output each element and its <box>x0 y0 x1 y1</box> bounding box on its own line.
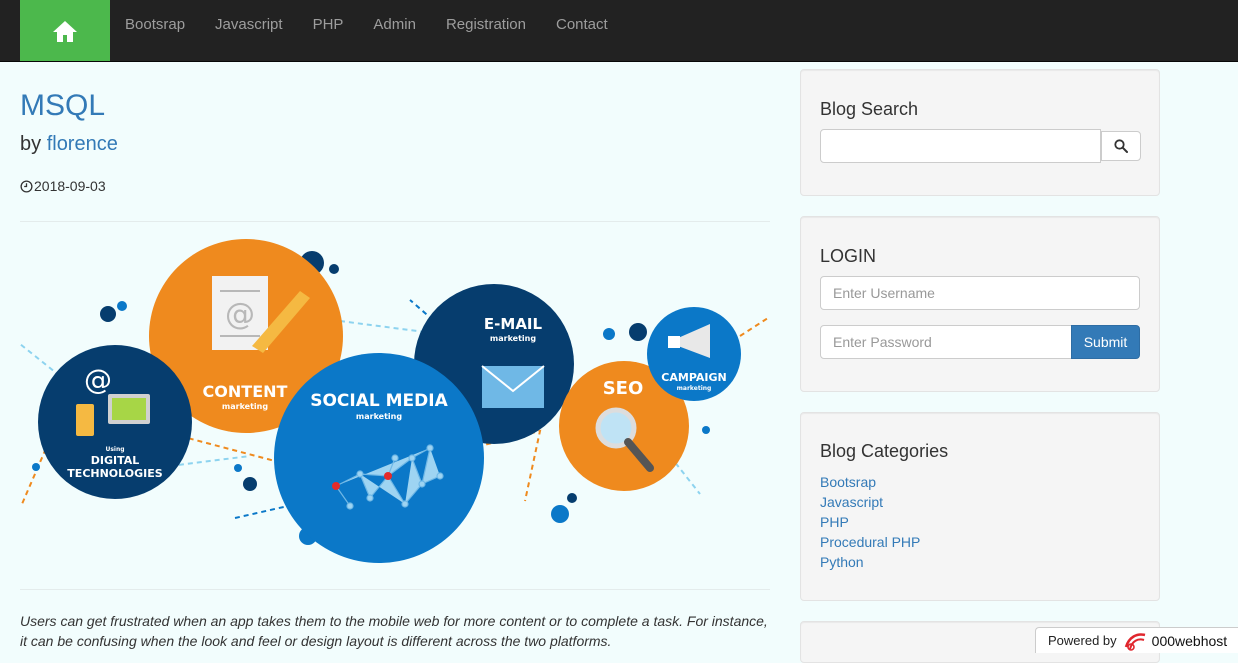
submit-button[interactable]: Submit <box>1071 325 1140 359</box>
nav-link-bootsrap[interactable]: Bootsrap <box>110 0 200 61</box>
webhost-logo-icon <box>1124 632 1145 651</box>
login-title: LOGIN <box>820 246 877 266</box>
password-input[interactable]: Enter Password <box>820 325 1072 359</box>
category-php[interactable]: PHP <box>820 512 920 532</box>
powered-by-badge[interactable]: Powered by 000webhost <box>1035 627 1238 653</box>
search-icon <box>1114 139 1128 153</box>
hero-label-content-sub: marketing <box>222 402 268 411</box>
divider-top <box>20 221 770 222</box>
hero-label-social: SOCIAL MEDIA <box>310 391 448 411</box>
search-title: Blog Search <box>820 99 919 119</box>
hero-label-email: E-MAIL <box>484 315 543 333</box>
hero-illustration: @ @ CONTENT marketing Using DIGITAL TECH… <box>20 239 769 563</box>
nav-link-php[interactable]: PHP <box>298 0 359 61</box>
post-column: MSQL by florence 2018-09-03 <box>20 61 770 194</box>
search-widget: Blog Search <box>800 69 1160 196</box>
hero-label-digital-1: DIGITAL <box>91 454 140 467</box>
nav-link-contact[interactable]: Contact <box>541 0 623 61</box>
category-list: Bootsrap Javascript PHP Procedural PHP P… <box>820 472 920 572</box>
hero-label-digital-2: TECHNOLOGIES <box>67 467 162 480</box>
category-bootsrap[interactable]: Bootsrap <box>820 472 920 492</box>
category-javascript[interactable]: Javascript <box>820 492 920 512</box>
hero-label-social-sub: marketing <box>356 412 402 421</box>
categories-title: Blog Categories <box>820 441 949 461</box>
divider-bottom <box>20 589 770 590</box>
nav-link-registration[interactable]: Registration <box>431 0 541 61</box>
category-python[interactable]: Python <box>820 552 920 572</box>
nav-link-admin[interactable]: Admin <box>358 0 431 61</box>
hero-label-content: CONTENT <box>203 382 288 401</box>
post-date: 2018-09-03 <box>20 178 770 194</box>
hero-label-seo: SEO <box>603 378 644 399</box>
post-title: MSQL <box>20 89 106 122</box>
categories-widget: Blog Categories Bootsrap Javascript PHP … <box>800 412 1160 601</box>
byline-prefix: by <box>20 133 42 155</box>
nav-links: Bootsrap Javascript PHP Admin Registrati… <box>110 0 623 61</box>
webhost-brand: 000webhost <box>1151 632 1228 649</box>
category-procedural-php[interactable]: Procedural PHP <box>820 532 920 552</box>
home-button[interactable] <box>20 0 110 61</box>
search-input[interactable] <box>820 129 1101 163</box>
username-input[interactable]: Enter Username <box>820 276 1140 310</box>
hero-label-campaign: CAMPAIGN <box>661 371 726 384</box>
hero-label-email-sub: marketing <box>490 334 536 343</box>
hero-label-digital-small: Using <box>105 446 124 453</box>
hero-at-digital: @ <box>84 363 112 396</box>
hero-label-campaign-sub: marketing <box>677 385 712 392</box>
nav-link-javascript[interactable]: Javascript <box>200 0 298 61</box>
powered-by-text: Powered by <box>1048 633 1117 648</box>
login-widget: LOGIN Enter Username Enter Password Subm… <box>800 216 1160 392</box>
author-link[interactable]: florence <box>47 133 118 155</box>
search-button[interactable] <box>1101 131 1141 161</box>
home-icon <box>53 20 77 42</box>
post-excerpt: Users can get frustrated when an app tak… <box>20 613 768 649</box>
clock-icon <box>20 179 33 193</box>
top-navbar: Bootsrap Javascript PHP Admin Registrati… <box>0 0 1238 62</box>
post-byline: by florence <box>20 133 770 156</box>
hero-at-content: @ <box>225 297 255 332</box>
post-date-text: 2018-09-03 <box>34 178 106 194</box>
